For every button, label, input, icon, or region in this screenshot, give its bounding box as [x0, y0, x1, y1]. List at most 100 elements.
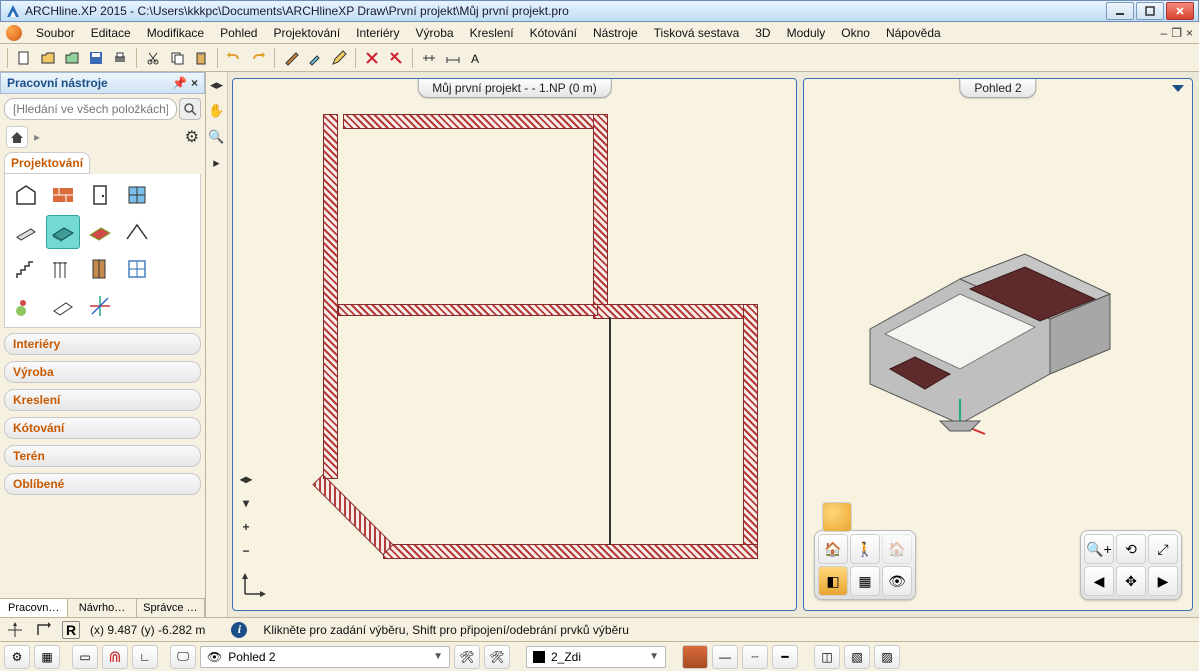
style-wire-button[interactable]: ▦: [850, 566, 880, 596]
layer-button[interactable]: ▭: [72, 645, 98, 669]
view-manager-button[interactable]: 🖵: [170, 645, 196, 669]
category-projektovani[interactable]: Projektování: [4, 152, 90, 174]
menu-tiskova[interactable]: Tisková sestava: [646, 26, 748, 40]
zoom-icon[interactable]: 🔍: [208, 128, 226, 146]
menu-soubor[interactable]: Soubor: [28, 26, 83, 40]
view-2d[interactable]: Můj první projekt - - 1.NP (0 m): [232, 78, 797, 611]
play-icon[interactable]: ▸: [208, 154, 226, 172]
hatch-b-button[interactable]: ▧: [844, 645, 870, 669]
category-oblibene[interactable]: Oblíbené: [4, 473, 201, 495]
tool-furniture[interactable]: [83, 252, 117, 286]
tool-wall[interactable]: [46, 178, 80, 212]
expand-handle-icon[interactable]: ◂▸: [208, 76, 226, 94]
tool-curtain-wall[interactable]: [120, 252, 154, 286]
menu-okno[interactable]: Okno: [833, 26, 878, 40]
nav-right-icon[interactable]: ▶: [1148, 566, 1178, 596]
tool-building[interactable]: [9, 178, 43, 212]
view-3d-tab[interactable]: Pohled 2: [959, 78, 1036, 98]
tool-site[interactable]: [157, 252, 191, 286]
menu-interiery[interactable]: Interiéry: [348, 26, 407, 40]
dimension-button[interactable]: [442, 47, 464, 69]
relative-icon[interactable]: R: [62, 621, 80, 639]
ortho-icon[interactable]: [34, 621, 52, 639]
layer-combo[interactable]: 2_Zdi ▼: [526, 646, 666, 668]
menu-editace[interactable]: Editace: [83, 26, 139, 40]
tool-roof-slab[interactable]: [83, 215, 117, 249]
search-button[interactable]: [179, 98, 201, 120]
style-hidden-button[interactable]: 🏠: [882, 534, 912, 564]
tool-axis[interactable]: [83, 289, 117, 323]
copy-button[interactable]: [166, 47, 188, 69]
menu-vyroba[interactable]: Výroba: [408, 26, 462, 40]
pan-hand-icon[interactable]: ✋: [208, 102, 226, 120]
category-kotovani[interactable]: Kótování: [4, 417, 201, 439]
tool-section[interactable]: [46, 289, 80, 323]
menu-napoveda[interactable]: Nápověda: [878, 26, 949, 40]
grid-button[interactable]: ▦: [34, 645, 60, 669]
category-kresleni[interactable]: Kreslení: [4, 389, 201, 411]
menu-moduly[interactable]: Moduly: [779, 26, 834, 40]
tool-truss[interactable]: [157, 215, 191, 249]
style-eye-button[interactable]: 👁: [882, 566, 912, 596]
zoom-extents-icon[interactable]: ⤢: [1148, 534, 1178, 564]
nav-center-icon[interactable]: ✥: [1116, 566, 1146, 596]
tool-stair[interactable]: [9, 252, 43, 286]
settings-icon[interactable]: ⚙: [185, 127, 199, 147]
menu-modifikace[interactable]: Modifikace: [139, 26, 212, 40]
linetype-b-button[interactable]: ┈: [742, 645, 768, 669]
menu-pohled[interactable]: Pohled: [212, 26, 265, 40]
menu-3d[interactable]: 3D: [747, 26, 778, 40]
hatch-a-button[interactable]: ◫: [814, 645, 840, 669]
view-combo[interactable]: 👁 Pohled 2 ▼: [200, 646, 450, 668]
redo-button[interactable]: [247, 47, 269, 69]
panel-pin-icon[interactable]: 📌: [172, 76, 187, 90]
linetype-c-button[interactable]: ━: [772, 645, 798, 669]
style-shaded-button[interactable]: ◧: [818, 566, 848, 596]
style-perspective-button[interactable]: 🏠: [818, 534, 848, 564]
window-minimize-button[interactable]: [1106, 2, 1134, 20]
eyedropper-button[interactable]: [304, 47, 326, 69]
new-file-button[interactable]: [13, 47, 35, 69]
panel-tab-spravce[interactable]: Správce …: [137, 599, 205, 617]
view3d-menu-icon[interactable]: [1172, 85, 1184, 92]
mdi-restore-icon[interactable]: ❐: [1171, 26, 1182, 40]
panel-tab-pracovni[interactable]: Pracovn…: [0, 599, 68, 617]
play-down-icon[interactable]: ▾: [237, 494, 255, 512]
menu-projektovani[interactable]: Projektování: [265, 26, 348, 40]
menu-kotovani[interactable]: Kótování: [522, 26, 585, 40]
endpoint-snap-button[interactable]: ∟: [132, 645, 158, 669]
mdi-minimize-icon[interactable]: –: [1161, 26, 1168, 40]
delete-button[interactable]: [361, 47, 383, 69]
tool-window[interactable]: [120, 178, 154, 212]
nav-left-icon[interactable]: ◀: [1084, 566, 1114, 596]
edit-button[interactable]: [328, 47, 350, 69]
window-close-button[interactable]: [1166, 2, 1194, 20]
settings-button[interactable]: ⚙: [4, 645, 30, 669]
category-interiery[interactable]: Interiéry: [4, 333, 201, 355]
linetype-a-button[interactable]: —: [712, 645, 738, 669]
brush-button[interactable]: [280, 47, 302, 69]
tool-roof[interactable]: [120, 215, 154, 249]
tools-b-button[interactable]: 🛠: [484, 645, 510, 669]
menu-kresleni[interactable]: Kreslení: [462, 26, 522, 40]
tool-column[interactable]: [9, 215, 43, 249]
print-button[interactable]: [109, 47, 131, 69]
home-button[interactable]: [6, 126, 28, 148]
view-3d[interactable]: Pohled 2 🏠 🚶 🏠: [803, 78, 1193, 611]
import-button[interactable]: [61, 47, 83, 69]
text-button[interactable]: A: [466, 47, 488, 69]
panel-close-icon[interactable]: ×: [191, 76, 198, 90]
compass-icon[interactable]: [6, 621, 24, 639]
trim-button[interactable]: [385, 47, 407, 69]
menu-nastroje[interactable]: Nástroje: [585, 26, 646, 40]
category-vyroba[interactable]: Výroba: [4, 361, 201, 383]
zoom-out-button[interactable]: −: [237, 542, 255, 560]
paste-button[interactable]: [190, 47, 212, 69]
tool-terrain[interactable]: [9, 289, 43, 323]
cut-button[interactable]: [142, 47, 164, 69]
style-walk-button[interactable]: 🚶: [850, 534, 880, 564]
tools-a-button[interactable]: 🛠: [454, 645, 480, 669]
panel-tab-navrho[interactable]: Návrho…: [68, 599, 136, 617]
undo-button[interactable]: [223, 47, 245, 69]
material-button[interactable]: [682, 645, 708, 669]
